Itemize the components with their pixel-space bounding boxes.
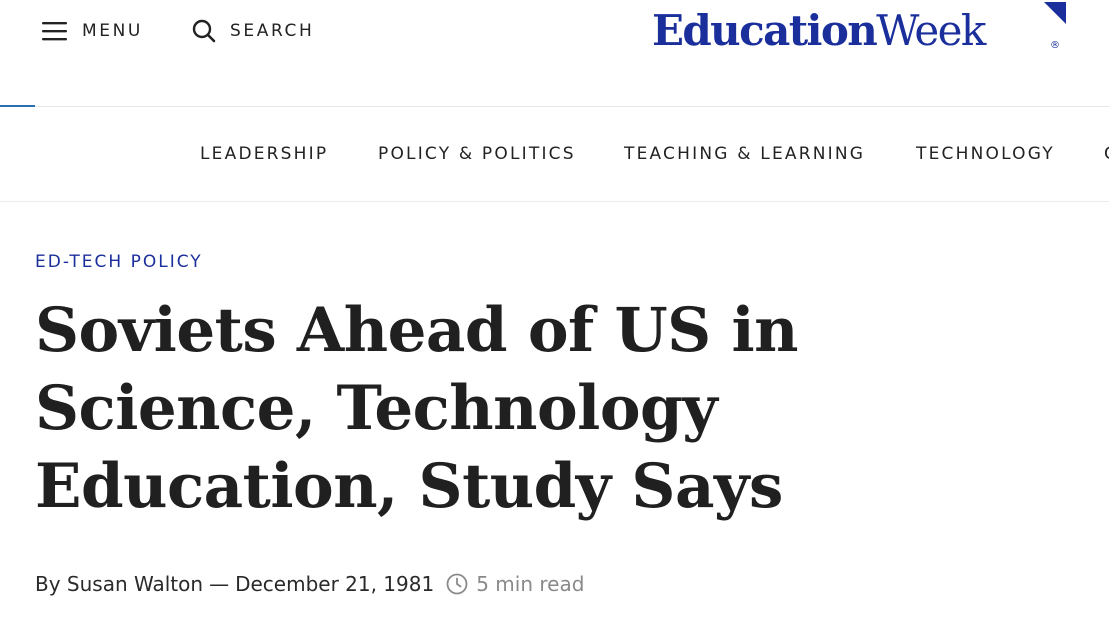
nav-item-teaching-learning[interactable]: TEACHING & LEARNING [624,144,865,164]
hamburger-menu-icon [42,22,67,41]
clock-icon [446,573,468,595]
article-headline: Soviets Ahead of US in Science, Technolo… [35,295,799,522]
nav-item-truncated[interactable]: C [1104,144,1109,164]
search-label: SEARCH [230,21,315,41]
publish-date: December 21, 1981 [235,572,435,596]
author-link[interactable]: Susan Walton [67,572,203,596]
byline-prefix: By [35,572,61,596]
menu-button[interactable]: MENU [42,19,143,43]
menu-label: MENU [82,21,143,41]
search-button[interactable]: SEARCH [192,19,314,43]
article-category-link[interactable]: ED-TECH POLICY [35,252,203,272]
registered-mark: ® [1050,40,1060,51]
logo-corner-mark-icon [1044,2,1066,24]
nav-item-leadership[interactable]: LEADERSHIP [200,144,328,164]
site-header: MENU SEARCH EducationWeek ® [0,0,1109,106]
search-icon [192,19,216,43]
logo-wordmark-light: Week [876,6,986,55]
nav-item-technology[interactable]: TECHNOLOGY [916,144,1055,164]
logo-wordmark-bold: Education [652,6,878,55]
section-nav: LEADERSHIP POLICY & POLITICS TEACHING & … [0,107,1109,201]
read-time: 5 min read [476,572,585,596]
byline: By Susan Walton — December 21, 1981 5 min … [35,572,584,596]
byline-separator: — [209,572,230,596]
nav-divider [0,201,1109,202]
educationweek-logo[interactable]: EducationWeek ® [652,2,1066,62]
nav-item-policy-politics[interactable]: POLICY & POLITICS [378,144,576,164]
logo-wordmark: EducationWeek [652,6,986,55]
